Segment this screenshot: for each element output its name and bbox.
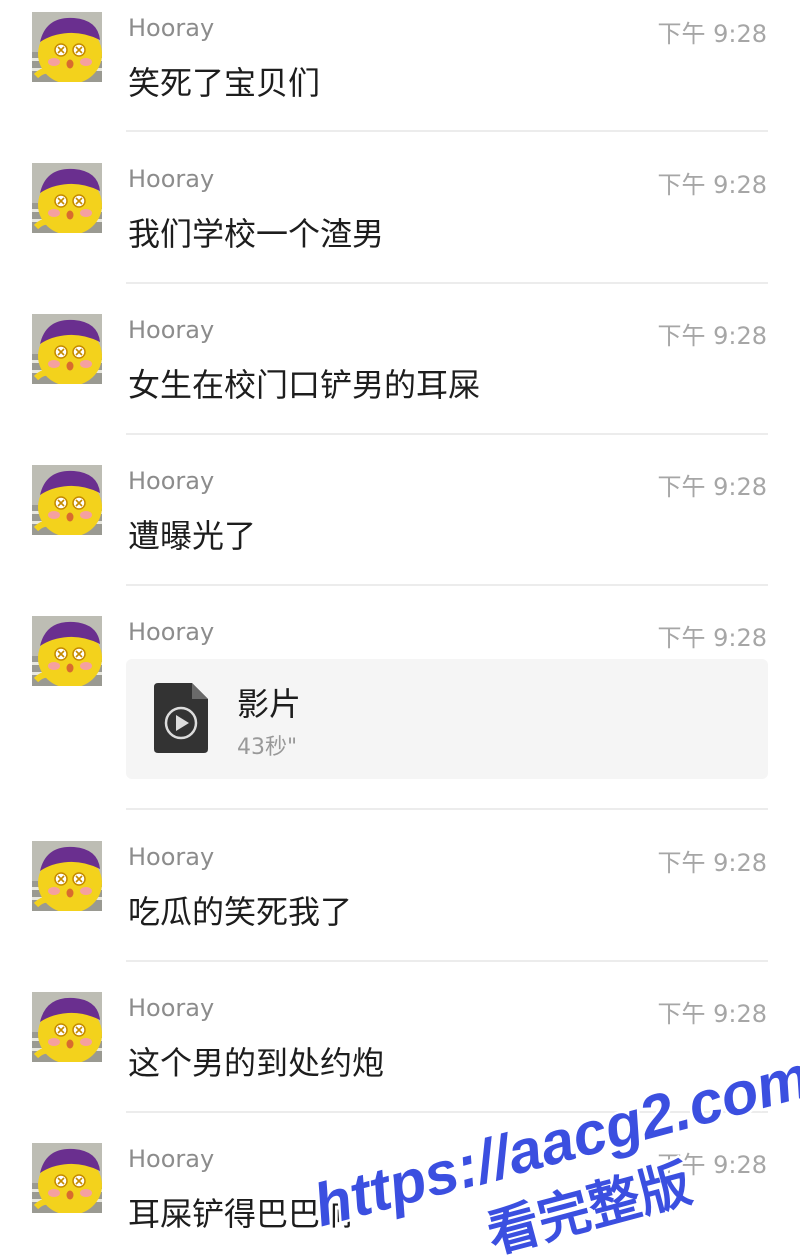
chat-message[interactable]: Hooray 下午 9:28 吃瓜的笑死我了 bbox=[0, 829, 800, 960]
avatar[interactable] bbox=[32, 841, 102, 911]
message-text: 笑死了宝贝们 bbox=[128, 64, 321, 102]
message-text: 这个男的到处约炮 bbox=[128, 1044, 385, 1082]
message-time: 下午 9:28 bbox=[657, 849, 767, 877]
chat-message[interactable]: Hooray 下午 9:28 女生在校门口铲男的耳屎 bbox=[0, 302, 800, 433]
chat-message[interactable]: Hooray 下午 9:28 笑死了宝贝们 bbox=[0, 0, 800, 131]
sender-name: Hooray bbox=[128, 316, 215, 344]
chat-message[interactable]: Hooray 下午 9:28 这个男的到处约炮 bbox=[0, 980, 800, 1111]
message-time: 下午 9:28 bbox=[657, 473, 767, 501]
chat-message[interactable]: Hooray 下午 9:28 遭曝光了 bbox=[0, 453, 800, 584]
message-time: 下午 9:28 bbox=[657, 1000, 767, 1028]
avatar[interactable] bbox=[32, 1143, 102, 1213]
sender-name: Hooray bbox=[128, 14, 215, 42]
divider bbox=[126, 808, 768, 810]
sender-name: Hooray bbox=[128, 843, 215, 871]
video-title: 影片 bbox=[237, 685, 302, 723]
message-text: 女生在校门口铲男的耳屎 bbox=[128, 366, 481, 404]
divider bbox=[126, 282, 768, 284]
sender-name: Hooray bbox=[128, 165, 215, 193]
avatar[interactable] bbox=[32, 12, 102, 82]
message-time: 下午 9:28 bbox=[657, 20, 767, 48]
video-duration: 43秒" bbox=[237, 735, 298, 760]
chat-message[interactable]: Hooray 下午 9:28 耳屎铲得巴巴响 bbox=[0, 1131, 800, 1260]
sender-name: Hooray bbox=[128, 467, 215, 495]
avatar[interactable] bbox=[32, 163, 102, 233]
divider bbox=[126, 1111, 768, 1113]
message-time: 下午 9:28 bbox=[657, 322, 767, 350]
divider bbox=[126, 433, 768, 435]
message-text: 我们学校一个渣男 bbox=[128, 215, 385, 253]
avatar[interactable] bbox=[32, 465, 102, 535]
sender-name: Hooray bbox=[128, 1145, 215, 1173]
avatar[interactable] bbox=[32, 314, 102, 384]
avatar[interactable] bbox=[32, 992, 102, 1062]
video-attachment[interactable]: 影片 43秒" bbox=[126, 659, 768, 779]
message-text: 耳屎铲得巴巴响 bbox=[128, 1195, 353, 1233]
chat-message[interactable]: Hooray 下午 9:28 我们学校一个渣男 bbox=[0, 151, 800, 282]
video-file-icon bbox=[154, 683, 208, 753]
sender-name: Hooray bbox=[128, 618, 215, 646]
message-time: 下午 9:28 bbox=[657, 171, 767, 199]
divider bbox=[126, 130, 768, 132]
sender-name: Hooray bbox=[128, 994, 215, 1022]
message-time: 下午 9:28 bbox=[657, 624, 767, 652]
message-text: 遭曝光了 bbox=[128, 517, 257, 555]
avatar[interactable] bbox=[32, 616, 102, 686]
divider bbox=[126, 960, 768, 962]
divider bbox=[126, 584, 768, 586]
message-time: 下午 9:28 bbox=[657, 1151, 767, 1179]
message-text: 吃瓜的笑死我了 bbox=[128, 893, 353, 931]
